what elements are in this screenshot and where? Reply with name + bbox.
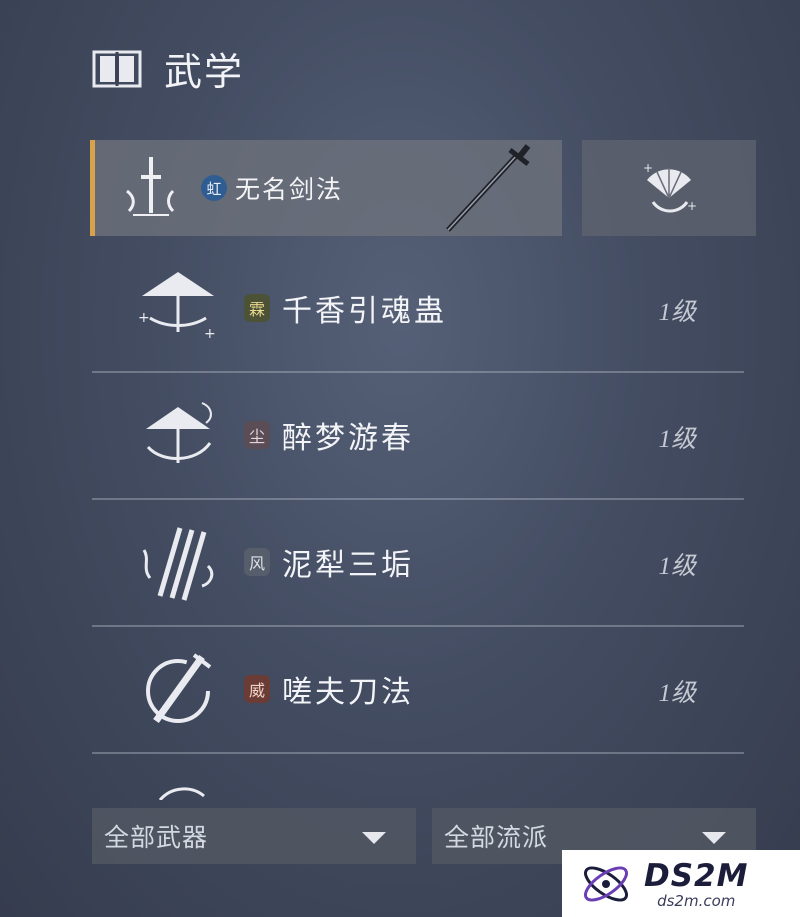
header: 武学 <box>92 42 244 94</box>
atom-logo-icon <box>584 865 628 902</box>
skill-row[interactable]: + + 霖 千香引魂蛊 1级 <box>92 246 744 373</box>
skill-level: 1级 <box>658 553 696 580</box>
umbrella-spin-icon <box>146 402 212 463</box>
sword-icon <box>446 144 531 232</box>
skill-list: + + 霖 千香引魂蛊 1级 尘 醉梦游春 1级 风 泥犁三垢 1级 威 嗟夫刀… <box>92 246 744 754</box>
skill-level: 1级 <box>658 426 696 453</box>
skill-icon-partial <box>158 787 205 800</box>
skill-level: 1级 <box>658 680 696 707</box>
fan-tab[interactable]: + + <box>582 140 756 236</box>
page-title: 武学 <box>164 49 245 94</box>
skill-row[interactable]: 尘 醉梦游春 1级 <box>92 373 744 500</box>
skill-name: 嗟夫刀法 <box>282 675 414 710</box>
school-seal: 尘 <box>244 421 270 449</box>
weapon-filter-dropdown[interactable]: 全部武器 <box>92 808 416 864</box>
school-seal: 风 <box>244 548 270 576</box>
skill-name: 泥犁三垢 <box>282 548 414 583</box>
school-seal: 威 <box>244 675 270 703</box>
weapon-filter-label: 全部武器 <box>104 823 209 852</box>
umbrella-icon: + + <box>138 272 216 342</box>
list-item-partial[interactable] <box>92 780 744 800</box>
skill-name: 千香引魂蛊 <box>282 294 447 329</box>
selected-skill-row[interactable]: 虹 无名剑法 <box>90 140 562 236</box>
svg-text:+: + <box>643 161 653 175</box>
school-seal: 虹 <box>201 175 227 201</box>
svg-text:+: + <box>138 310 150 326</box>
skill-name: 醉梦游春 <box>282 421 414 456</box>
saber-slash-icon <box>146 653 212 724</box>
svg-text:+: + <box>687 199 697 213</box>
book-icon <box>92 50 142 88</box>
sword-stance-icon <box>126 157 175 216</box>
skill-name: 无名剑法 <box>235 175 344 204</box>
triple-blade-icon <box>142 527 214 601</box>
watermark-text: DS2M <box>644 857 749 894</box>
watermark: DS2M ds2m.com <box>562 850 800 917</box>
chevron-down-icon <box>362 832 386 844</box>
school-seal: 霖 <box>244 294 270 322</box>
svg-text:+: + <box>204 326 216 342</box>
skill-row[interactable]: 风 泥犁三垢 1级 <box>92 500 744 627</box>
fan-icon: + + <box>643 161 697 213</box>
chevron-down-icon <box>702 832 726 844</box>
skill-level: 1级 <box>658 299 696 326</box>
skill-row[interactable]: 威 嗟夫刀法 1级 <box>92 627 744 754</box>
school-filter-label: 全部流派 <box>444 823 549 852</box>
watermark-url: ds2m.com <box>657 891 736 910</box>
